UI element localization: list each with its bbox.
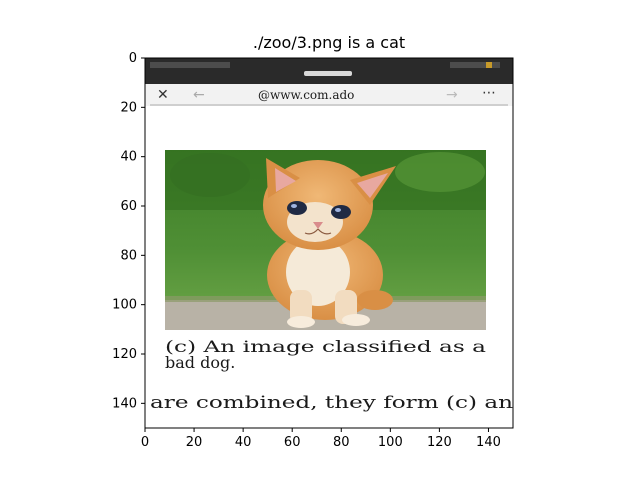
displayed-image: ✕ ← @www.com.ado → ⋯ (c) An image classi… — [145, 58, 513, 428]
plot-area: ✕ ← @www.com.ado → ⋯ (c) An image classi… — [112, 51, 514, 450]
y-tick-label: 120 — [112, 347, 137, 362]
y-tick-label: 60 — [120, 199, 137, 214]
back-arrow-icon: ← — [193, 87, 205, 103]
y-tick-label: 140 — [112, 396, 137, 411]
x-tick-label: 60 — [284, 435, 301, 450]
x-tick-label: 100 — [378, 435, 403, 450]
y-tick-label: 40 — [120, 150, 137, 165]
close-icon: ✕ — [157, 87, 169, 103]
x-axis: 0 20 40 60 80 100 120 140 — [141, 428, 501, 450]
x-tick-label: 80 — [333, 435, 350, 450]
caption-line-3: are combined, they form (c) an — [150, 393, 513, 413]
y-tick-label: 20 — [120, 100, 137, 115]
x-tick-label: 140 — [476, 435, 501, 450]
x-tick-label: 0 — [141, 435, 149, 450]
y-tick-label: 80 — [120, 248, 137, 263]
y-tick-label: 0 — [129, 51, 137, 66]
y-axis: 0 20 40 60 80 100 120 140 — [112, 51, 145, 411]
caption-line-2: bad dog. — [165, 353, 235, 372]
url-text: @www.com.ado — [258, 88, 354, 102]
kitten-photo — [165, 150, 486, 330]
x-tick-label: 20 — [186, 435, 203, 450]
x-tick-label: 120 — [427, 435, 452, 450]
x-tick-label: 40 — [235, 435, 252, 450]
y-tick-label: 100 — [112, 298, 137, 313]
more-icon: ⋯ — [482, 85, 496, 101]
forward-arrow-icon: → — [446, 87, 458, 103]
